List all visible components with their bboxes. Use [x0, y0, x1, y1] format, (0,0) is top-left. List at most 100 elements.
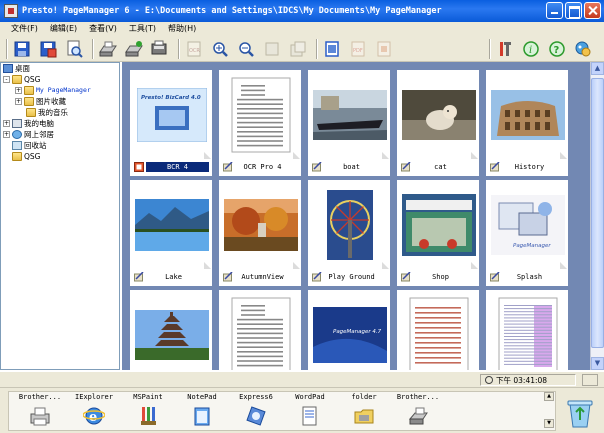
- thumbnail-caption: AutumnView: [220, 269, 302, 285]
- thumbnail-card[interactable]: Presto! BizCard 4.0 BCR 4: [130, 70, 212, 176]
- launcher-item[interactable]: WordPad: [283, 392, 337, 432]
- thumbnail-image: [313, 75, 387, 155]
- ocr-icon[interactable]: OCR: [183, 38, 205, 60]
- assistant-icon[interactable]: [572, 38, 594, 60]
- status-time: 下午 03:41:08: [496, 375, 548, 385]
- internet-explorer-icon: e: [82, 405, 106, 427]
- clock-icon: [485, 376, 493, 384]
- scan-icon[interactable]: [97, 38, 119, 60]
- export-icon[interactable]: [373, 38, 395, 60]
- vertical-scrollbar[interactable]: ▲ ▼: [590, 62, 604, 370]
- tree-expander[interactable]: +: [15, 87, 22, 94]
- scroll-thumb[interactable]: [591, 78, 604, 348]
- close-button[interactable]: [584, 2, 601, 19]
- tree-item-network[interactable]: + 网上邻居: [1, 129, 119, 140]
- annotate-icon[interactable]: [312, 161, 322, 172]
- launcher-scroll[interactable]: ▲ ▼: [544, 392, 554, 428]
- thumbnail-card[interactable]: PageManager Splash: [486, 180, 568, 286]
- thumbnail-card[interactable]: [130, 290, 212, 370]
- thumbnail-card[interactable]: OCR Pro 4: [219, 70, 301, 176]
- toolbar-right-group: i ?: [486, 38, 598, 60]
- tools-icon[interactable]: [494, 38, 516, 60]
- print-icon[interactable]: [321, 38, 343, 60]
- maximize-button[interactable]: [565, 2, 582, 19]
- thumbnail-card[interactable]: [397, 290, 479, 370]
- thumbnail-card[interactable]: Play Ground: [308, 180, 390, 286]
- pdf-icon[interactable]: PDF: [347, 38, 369, 60]
- save-icon[interactable]: [11, 38, 33, 60]
- launcher-item[interactable]: Brother...: [391, 392, 445, 432]
- launcher-label: IExplorer: [75, 393, 113, 401]
- page-fold: [560, 262, 567, 269]
- scroll-up-arrow[interactable]: ▲: [591, 62, 604, 75]
- menu-tools[interactable]: 工具(T): [124, 22, 161, 36]
- annotate-icon[interactable]: [401, 161, 411, 172]
- tree-expander[interactable]: +: [3, 120, 10, 127]
- tree-item-my-computer[interactable]: + 我的电脑: [1, 118, 119, 129]
- launcher-scroll-up[interactable]: ▲: [544, 392, 554, 401]
- thumbnail-card[interactable]: [486, 290, 568, 370]
- help-icon[interactable]: ?: [546, 38, 568, 60]
- tree-item-desktop[interactable]: 桌面: [1, 63, 119, 74]
- thumbnail-image: [224, 75, 298, 155]
- recycle-bin-icon[interactable]: [562, 394, 598, 430]
- app-icon[interactable]: [4, 4, 18, 18]
- thumbnail-card[interactable]: cat: [397, 70, 479, 176]
- fit-page-icon[interactable]: [261, 38, 283, 60]
- title-bar[interactable]: Presto! PageManager 6 - E:\Documents and…: [0, 0, 604, 22]
- zoom-out-icon[interactable]: [235, 38, 257, 60]
- info-icon[interactable]: i: [520, 38, 542, 60]
- tree-item-qsg[interactable]: - QSG: [1, 74, 119, 85]
- menu-help[interactable]: 帮助(H): [163, 22, 201, 36]
- launcher-item[interactable]: NotePad: [175, 392, 229, 432]
- launcher-item[interactable]: IExplorer e: [67, 392, 121, 432]
- menu-file[interactable]: 文件(F): [6, 22, 43, 36]
- save-as-icon[interactable]: [37, 38, 59, 60]
- launcher-item[interactable]: Brother...: [13, 392, 67, 432]
- tree-item-qsg-2[interactable]: QSG: [1, 151, 119, 162]
- annotate-icon[interactable]: [223, 271, 233, 282]
- copy-icon[interactable]: [287, 38, 309, 60]
- tree-expander[interactable]: +: [3, 131, 10, 138]
- tree-expander[interactable]: +: [15, 98, 22, 105]
- tree-item-music[interactable]: 我的音乐: [1, 107, 119, 118]
- zoom-view-icon[interactable]: [63, 38, 85, 60]
- menu-edit[interactable]: 编辑(E): [45, 22, 82, 36]
- tree-item-recycle-bin[interactable]: 回收站: [1, 140, 119, 151]
- page-fold: [471, 262, 478, 269]
- zoom-in-icon[interactable]: [209, 38, 231, 60]
- ocr-badge-icon[interactable]: [134, 162, 144, 172]
- thumbnail-card[interactable]: Lake: [130, 180, 212, 286]
- folder-icon: [12, 75, 22, 84]
- tree-item-my-pagemanager[interactable]: + My PageManager: [1, 85, 119, 96]
- launcher-item[interactable]: folder: [337, 392, 391, 432]
- launcher-scroll-down[interactable]: ▼: [544, 419, 554, 428]
- annotate-icon[interactable]: [312, 271, 322, 282]
- thumbnail-caption: Lake: [131, 269, 213, 285]
- thumbnail-card[interactable]: [219, 290, 301, 370]
- status-grip[interactable]: [582, 374, 598, 386]
- thumbnail-card[interactable]: boat: [308, 70, 390, 176]
- menu-view[interactable]: 查看(V): [84, 22, 122, 36]
- launcher-item[interactable]: Express6: [229, 392, 283, 432]
- thumbnail-view[interactable]: Presto! BizCard 4.0 BCR 4 OCR Pro 4 boat: [122, 62, 590, 370]
- annotate-icon[interactable]: [401, 271, 411, 282]
- annotate-icon[interactable]: [490, 161, 500, 172]
- folder-tree[interactable]: 桌面 - QSG + My PageManager + 图片收藏 我的音乐 + …: [0, 62, 120, 370]
- minimize-button[interactable]: [546, 2, 563, 19]
- clock-panel: 下午 03:41:08: [480, 374, 576, 386]
- send-to-icon[interactable]: [149, 38, 171, 60]
- thumbnail-card[interactable]: History: [486, 70, 568, 176]
- annotate-icon[interactable]: [490, 271, 500, 282]
- fax-icon: [407, 405, 429, 427]
- launcher-item[interactable]: MSPaint: [121, 392, 175, 432]
- thumbnail-card[interactable]: Shop: [397, 180, 479, 286]
- tree-expander[interactable]: -: [3, 76, 10, 83]
- scan-select-icon[interactable]: [123, 38, 145, 60]
- annotate-icon[interactable]: [223, 161, 233, 172]
- scroll-down-arrow[interactable]: ▼: [591, 357, 604, 370]
- tree-item-pictures[interactable]: + 图片收藏: [1, 96, 119, 107]
- annotate-icon[interactable]: [134, 271, 144, 282]
- thumbnail-card[interactable]: PageManager 4.7: [308, 290, 390, 370]
- thumbnail-card[interactable]: AutumnView: [219, 180, 301, 286]
